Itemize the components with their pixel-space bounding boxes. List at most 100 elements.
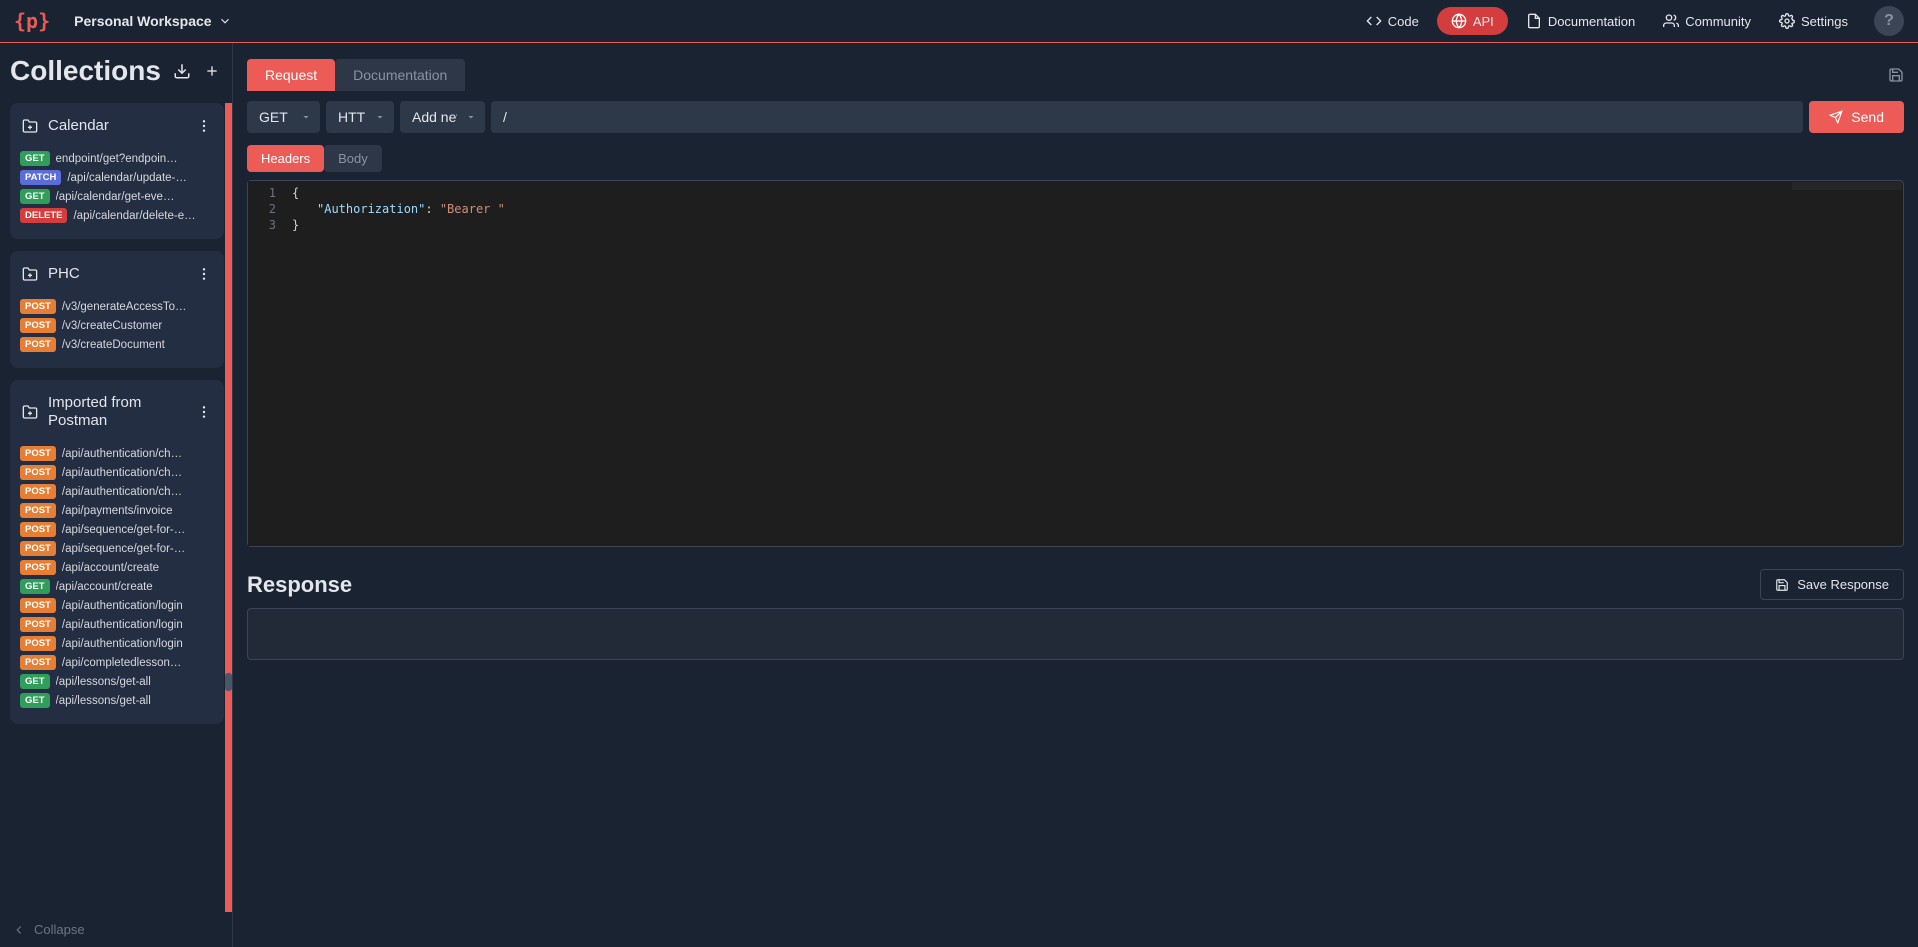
- endpoint-item[interactable]: PATCH/api/calendar/update-event: [20, 168, 214, 187]
- method-badge: POST: [20, 337, 56, 352]
- avatar[interactable]: ?: [1874, 6, 1904, 36]
- endpoint-path: /api/calendar/update-event: [67, 172, 192, 184]
- header-nav: Code API Documentation Community Setting…: [1356, 6, 1904, 36]
- line-number: 2: [248, 201, 276, 217]
- app-header: {p} Personal Workspace Code API Document…: [0, 0, 1918, 43]
- code-brace: }: [292, 218, 299, 232]
- tab-request[interactable]: Request: [247, 59, 335, 91]
- nav-settings[interactable]: Settings: [1769, 7, 1858, 35]
- scrollbar-thumb[interactable]: [225, 673, 232, 691]
- collection-select[interactable]: Add new...: [400, 101, 485, 133]
- code-colon: :: [425, 202, 439, 216]
- editor-minimap[interactable]: [1792, 182, 1902, 190]
- sub-tab-body[interactable]: Body: [324, 145, 382, 172]
- method-badge: GET: [20, 674, 50, 689]
- save-response-label: Save Response: [1797, 577, 1889, 592]
- nav-api[interactable]: API: [1437, 7, 1508, 35]
- save-request-button[interactable]: [1888, 67, 1904, 83]
- save-response-button[interactable]: Save Response: [1760, 569, 1904, 600]
- endpoint-path: /v3/createDocument: [62, 339, 165, 351]
- endpoint-item[interactable]: DELETE/api/calendar/delete-event: [20, 206, 214, 225]
- endpoint-list: POST/api/authentication/change-...POST/a…: [10, 444, 224, 724]
- chevron-down-icon: [218, 14, 232, 28]
- endpoint-path: /v3/createCustomer: [62, 320, 162, 332]
- save-icon: [1775, 578, 1789, 592]
- editor-code[interactable]: { "Authorization": "Bearer " }: [282, 181, 1903, 546]
- response-body[interactable]: [247, 608, 1904, 660]
- collection-menu-button[interactable]: [196, 118, 212, 134]
- method-select[interactable]: GET: [247, 101, 320, 133]
- nav-code[interactable]: Code: [1356, 7, 1429, 35]
- endpoint-item[interactable]: POST/api/authentication/login: [20, 596, 214, 615]
- code-editor[interactable]: 1 2 3 { "Authorization": "Bearer " }: [247, 180, 1904, 547]
- main-layout: Collections CalendarGETendpoint/get?endp…: [0, 43, 1918, 947]
- method-badge: GET: [20, 579, 50, 594]
- endpoint-path: /api/sequence/get-for-item: [62, 543, 187, 555]
- content-top-row: Request Documentation: [247, 59, 1904, 91]
- endpoint-item[interactable]: POST/api/sequence/get-for-item: [20, 539, 214, 558]
- collection-card: CalendarGETendpoint/get?endpointId=752PA…: [10, 103, 224, 239]
- method-badge: POST: [20, 503, 56, 518]
- endpoint-item[interactable]: GETendpoint/get?endpointId=752: [20, 149, 214, 168]
- method-badge: POST: [20, 299, 56, 314]
- gear-icon: [1779, 13, 1795, 29]
- add-collection-button[interactable]: [202, 61, 222, 81]
- method-badge: PATCH: [20, 170, 61, 185]
- method-badge: POST: [20, 465, 56, 480]
- scrollbar-track[interactable]: [225, 103, 232, 912]
- file-icon: [1526, 13, 1542, 29]
- endpoint-path: /api/lessons/get-all: [56, 676, 151, 688]
- sub-tabs: Headers Body: [247, 145, 1904, 172]
- method-badge: POST: [20, 446, 56, 461]
- nav-documentation[interactable]: Documentation: [1516, 7, 1645, 35]
- endpoint-item[interactable]: POST/api/authentication/change-...: [20, 444, 214, 463]
- endpoint-item[interactable]: GET/api/account/create: [20, 577, 214, 596]
- collection-header[interactable]: Calendar: [10, 103, 224, 149]
- method-badge: POST: [20, 541, 56, 556]
- collection-header[interactable]: PHC: [10, 251, 224, 297]
- save-icon: [1888, 67, 1904, 83]
- folder-icon: [22, 118, 38, 134]
- send-button[interactable]: Send: [1809, 101, 1904, 133]
- endpoint-item[interactable]: POST/api/account/create: [20, 558, 214, 577]
- endpoint-item[interactable]: POST/v3/createDocument: [20, 335, 214, 354]
- endpoint-path: /api/authentication/change-...: [62, 486, 187, 498]
- endpoint-item[interactable]: POST/api/authentication/login: [20, 615, 214, 634]
- send-icon: [1829, 110, 1843, 124]
- endpoint-item[interactable]: POST/api/sequence/get-for-item: [20, 520, 214, 539]
- endpoint-path: /api/authentication/login: [62, 600, 183, 612]
- nav-code-label: Code: [1388, 14, 1419, 29]
- method-badge: POST: [20, 318, 56, 333]
- endpoint-item[interactable]: GET/api/calendar/get-events?us...: [20, 187, 214, 206]
- endpoint-item[interactable]: POST/api/authentication/change-...: [20, 482, 214, 501]
- collection-header[interactable]: Imported from Postman: [10, 380, 224, 444]
- collapse-sidebar-button[interactable]: Collapse: [0, 912, 232, 947]
- endpoint-item[interactable]: POST/api/authentication/login: [20, 634, 214, 653]
- endpoint-path: /api/authentication/change-...: [62, 448, 187, 460]
- sidebar-body[interactable]: CalendarGETendpoint/get?endpointId=752PA…: [0, 103, 232, 912]
- endpoint-item[interactable]: POST/api/payments/invoice: [20, 501, 214, 520]
- endpoint-item[interactable]: POST/api/authentication/change-...: [20, 463, 214, 482]
- endpoint-item[interactable]: POST/v3/createCustomer: [20, 316, 214, 335]
- url-input[interactable]: [491, 101, 1803, 133]
- content-area: Request Documentation GET HTTP Add new..…: [233, 43, 1918, 947]
- endpoint-path: /v3/generateAccessToken: [62, 301, 187, 313]
- workspace-selector[interactable]: Personal Workspace: [74, 13, 231, 29]
- nav-community[interactable]: Community: [1653, 7, 1761, 35]
- collection-menu-button[interactable]: [196, 404, 212, 420]
- endpoint-item[interactable]: GET/api/lessons/get-all: [20, 691, 214, 710]
- tab-documentation[interactable]: Documentation: [335, 59, 465, 91]
- endpoint-path: /api/sequence/get-for-item: [62, 524, 187, 536]
- method-badge: GET: [20, 151, 50, 166]
- line-number: 3: [248, 217, 276, 233]
- endpoint-path: /api/account/create: [56, 581, 153, 593]
- method-badge: POST: [20, 560, 56, 575]
- import-button[interactable]: [172, 61, 192, 81]
- endpoint-item[interactable]: GET/api/lessons/get-all: [20, 672, 214, 691]
- endpoint-item[interactable]: POST/v3/generateAccessToken: [20, 297, 214, 316]
- sub-tab-headers[interactable]: Headers: [247, 145, 324, 172]
- endpoint-item[interactable]: POST/api/completedlessons/add: [20, 653, 214, 672]
- collection-menu-button[interactable]: [196, 266, 212, 282]
- sidebar-header: Collections: [0, 43, 232, 103]
- protocol-select[interactable]: HTTP: [326, 101, 394, 133]
